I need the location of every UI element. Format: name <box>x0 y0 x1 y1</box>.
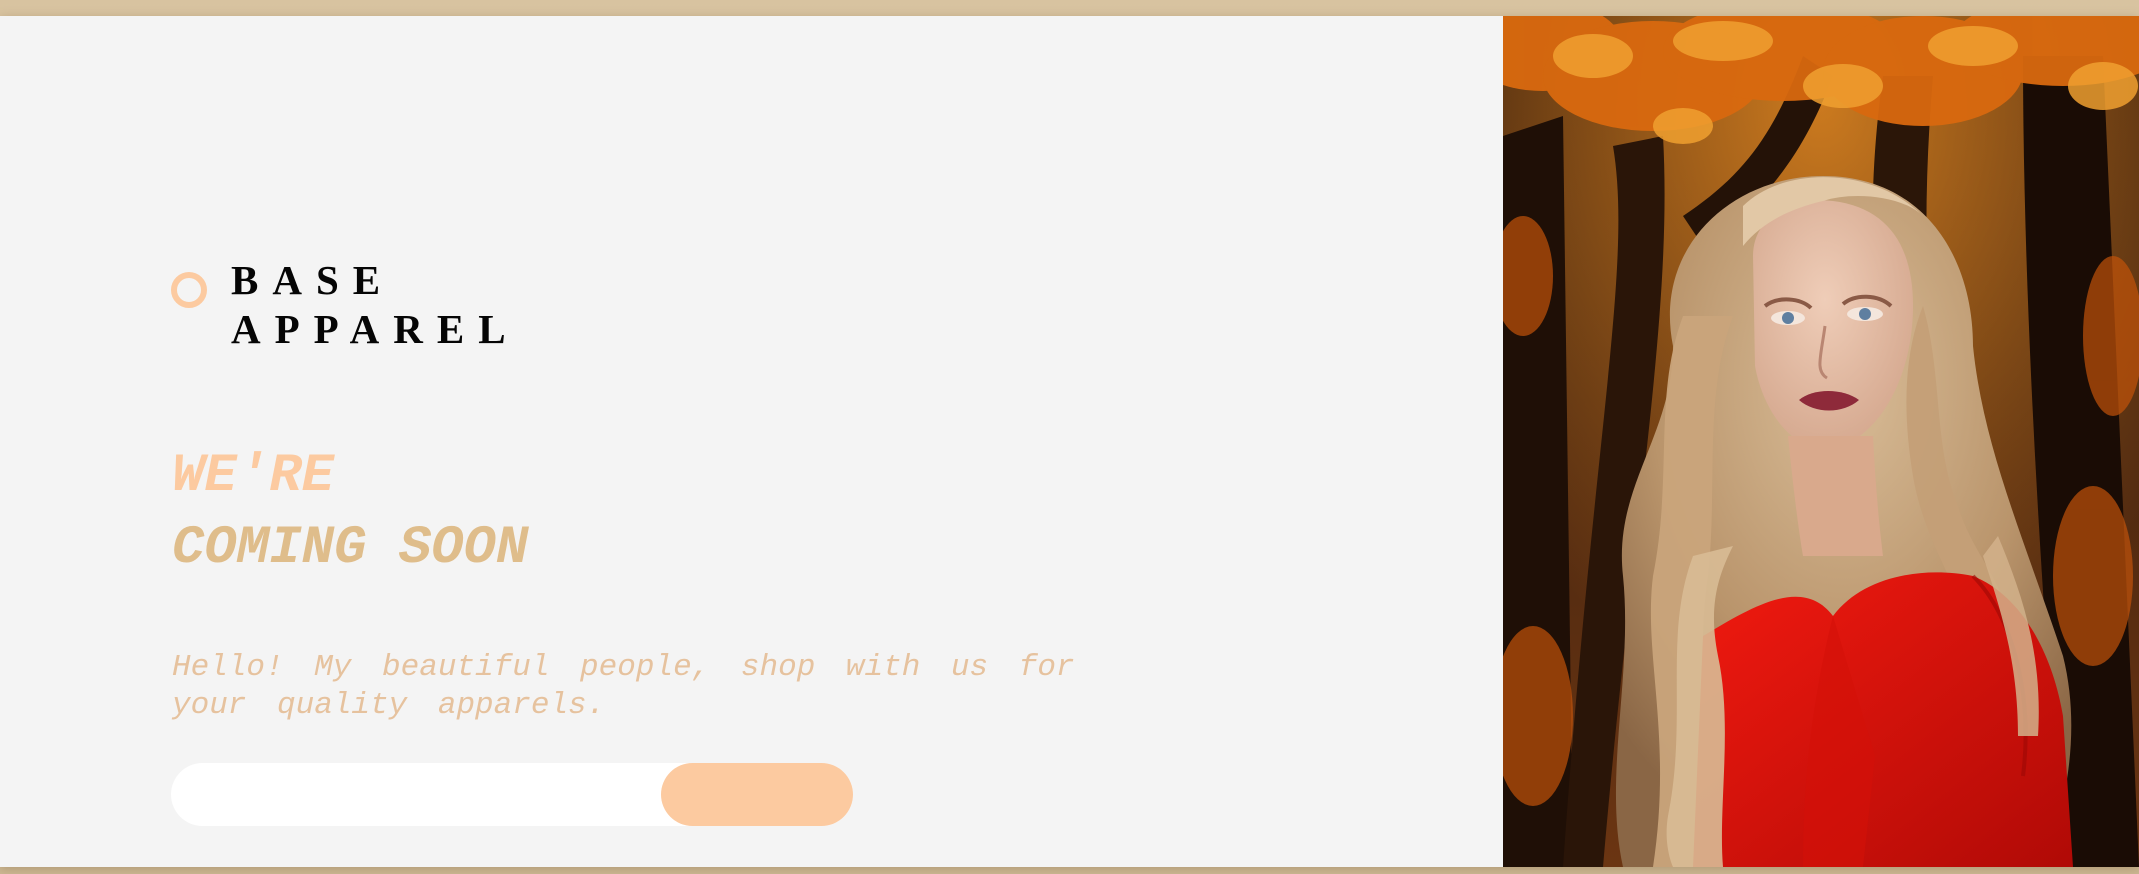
page-headline: WE'RE COMING SOON <box>172 441 528 585</box>
brand-logo: BASE APPAREL <box>171 256 520 354</box>
arrow-right-icon <box>661 763 853 826</box>
page-frame: BASE APPAREL WE'RE COMING SOON Hello! My… <box>0 16 2139 867</box>
content-panel: BASE APPAREL WE'RE COMING SOON Hello! My… <box>0 16 1503 867</box>
intro-line-2: your quality apparels. <box>172 688 606 723</box>
intro-text: Hello! My beautiful people, shop with us… <box>172 649 1172 725</box>
submit-button[interactable] <box>661 763 853 826</box>
email-field[interactable] <box>171 763 661 826</box>
headline-line-1: WE'RE <box>172 446 335 507</box>
brand-name-line-2: APPAREL <box>231 306 520 352</box>
intro-line-1: Hello! My beautiful people, shop with us… <box>172 650 1075 685</box>
hero-photo <box>1503 16 2139 867</box>
brand-name: BASE APPAREL <box>231 256 520 354</box>
headline-line-2: COMING SOON <box>172 518 529 579</box>
hero-image <box>1503 16 2139 867</box>
email-signup-form <box>171 763 853 826</box>
ring-icon <box>171 272 207 308</box>
brand-name-line-1: BASE <box>231 257 395 303</box>
